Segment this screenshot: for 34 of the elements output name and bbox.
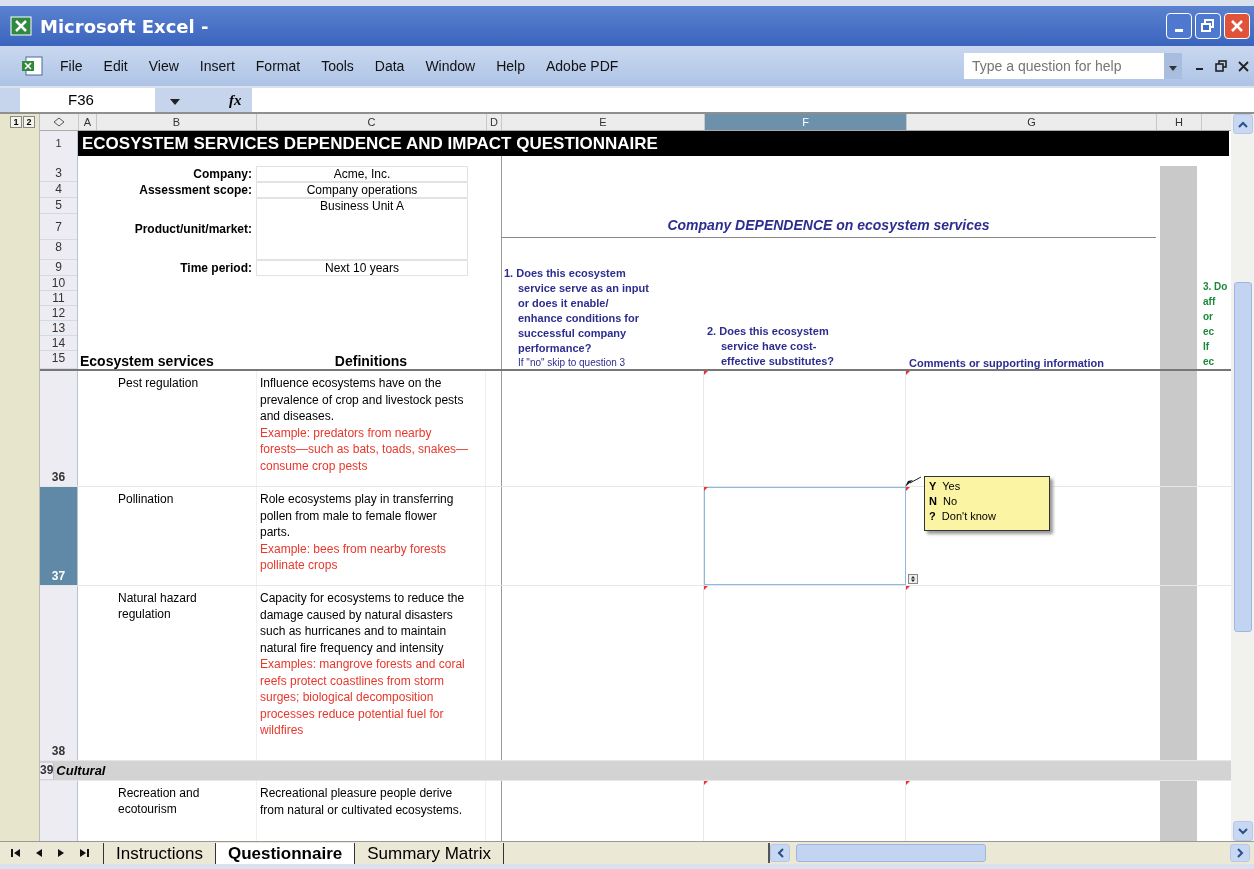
column-heading: Comments or supporting information <box>908 357 1105 369</box>
question-text: 2. Does this ecosystem service have cost-effective substitutes? <box>707 324 836 369</box>
definition-text: Recreational pleasure people derive from natural or cultivated ecosystems. <box>260 785 464 818</box>
section-heading: Company DEPENDENCE on ecosystem services <box>501 217 1156 238</box>
question-text: If <box>1203 340 1211 354</box>
column-heading: Definitions <box>333 353 409 369</box>
example-text: Examples: mangrove forests and coral reefs protect coastlines from storm surges; biological decomposition processes reduce potential fuel for wildfires <box>260 656 466 739</box>
service-name: Pest regulation <box>118 375 200 391</box>
definition-text: Capacity for ecosystems to reduce the damage caused by natural disasters such as hurricanes and to maintain natural fire frequency and intensity <box>260 590 466 656</box>
question-text: 3. Do <box>1203 280 1229 294</box>
question-text: 1. Does this ecosystem service serve as an input or does it enable/ enhance conditions for successful company performance? <box>504 266 650 356</box>
sheet-title: ECOSYSTEM SERVICES DEPENDENCE AND IMPACT QUESTIONNAIRE <box>78 131 1229 156</box>
field-label: Assessment scope: <box>138 183 253 197</box>
question-text: or <box>1203 310 1214 324</box>
field-label: Product/unit/market: <box>133 222 253 236</box>
question-note: If "no" skip to question 3 <box>517 356 627 369</box>
field-label: Company: <box>192 167 253 181</box>
tooltip-line: Y Yes <box>929 479 962 494</box>
tooltip-line: ? Don't know <box>929 509 997 524</box>
definition-text: Role ecosystems play in transferring pollen from male to female flower parts. <box>260 491 455 541</box>
service-name: Recreation and ecotourism <box>118 785 201 817</box>
service-name: Natural hazard regulation <box>118 590 198 622</box>
question-text: ec <box>1203 325 1216 339</box>
question-text: aff <box>1203 295 1217 309</box>
field-label: Time period: <box>179 261 253 275</box>
service-name: Pollination <box>118 491 175 507</box>
definition-text: Influence ecosystems have on the prevalence of crop and livestock pests and diseases. <box>260 375 465 425</box>
question-text: ec <box>1203 355 1216 369</box>
example-text: Example: bees from nearby forests pollinate crops <box>260 540 448 574</box>
example-text: Example: predators from nearby forests—such as bats, toads, snakes—consume crop pests <box>260 424 469 474</box>
column-heading: Ecosystem services <box>79 353 215 369</box>
group-label: Cultural <box>55 763 106 778</box>
tooltip-line: N No <box>929 494 959 509</box>
window-title: Microsoft Excel - <box>40 15 209 37</box>
